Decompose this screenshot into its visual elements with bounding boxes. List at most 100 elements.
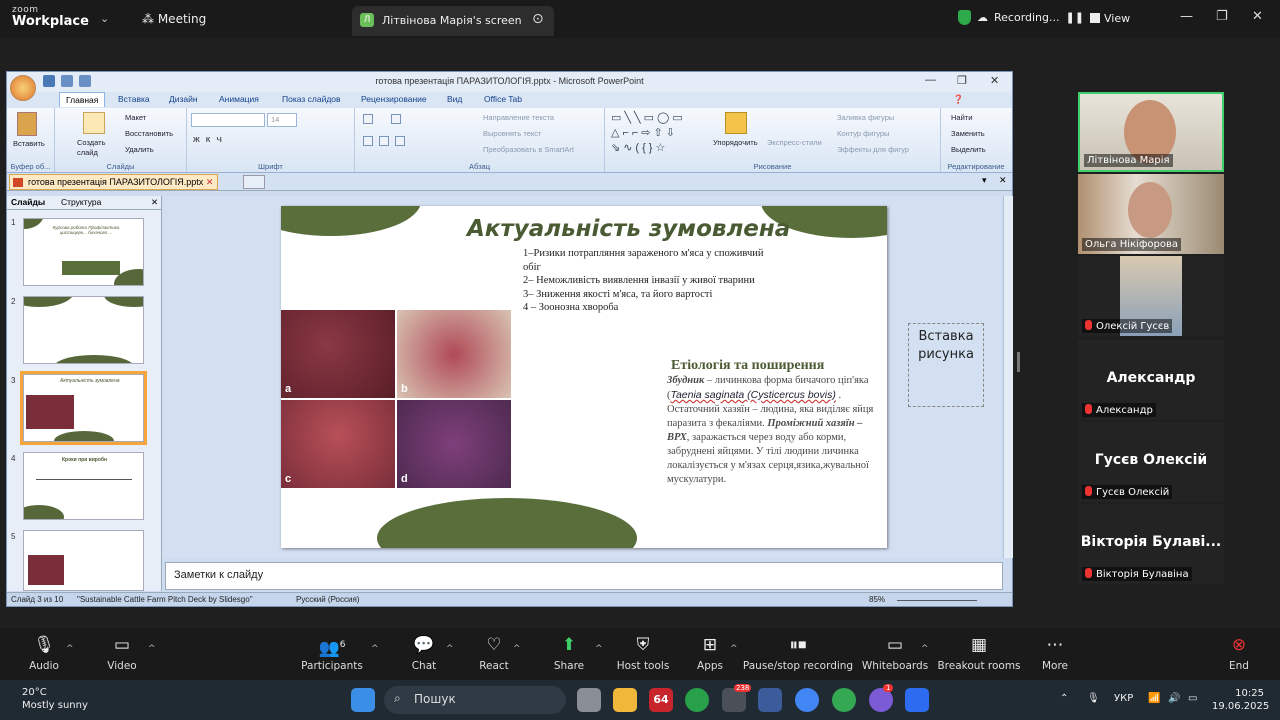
apps-button[interactable]: ⊞ Apps — [697, 634, 723, 672]
meat-photo-a[interactable]: a — [281, 310, 395, 398]
slide-canvas[interactable]: Актуальність зумовлена 1–Ризики потрапля… — [281, 206, 887, 548]
taskbar-search[interactable]: ⌕ Пошук — [384, 686, 566, 714]
help-icon[interactable]: ❓ — [953, 94, 964, 105]
meat-photo-c[interactable]: c — [281, 400, 395, 488]
slide-title[interactable]: Актуальність зумовлена — [467, 216, 790, 242]
battery-icon[interactable]: ▭ — [1188, 693, 1197, 704]
ppt-minimize-icon[interactable]: — — [925, 74, 936, 86]
shapes-gallery-row2[interactable]: △⌐⌐⇨⇧⇩ — [611, 126, 678, 139]
host-tools-button[interactable]: ⛨ Host tools — [617, 634, 670, 672]
document-tab[interactable]: готова презентація ПАРАЗИТОЛОГІЯ.pptx ✕ — [9, 174, 219, 190]
wifi-icon[interactable]: 📶 — [1148, 693, 1160, 704]
meeting-menu[interactable]: ⁂ Meeting — [142, 12, 206, 26]
shape-fill-button[interactable]: Заливка фигуры — [837, 113, 894, 122]
slide-thumbnail-2[interactable] — [23, 296, 144, 364]
participant-tile[interactable]: Вікторія Булаві... Вікторія Булавіна — [1078, 504, 1224, 584]
audio-options-chevron-icon[interactable]: ^ — [66, 644, 74, 654]
layout-button[interactable]: Макет — [125, 113, 146, 122]
participant-tile[interactable]: Літвінова Марія — [1078, 92, 1224, 172]
task-view-icon[interactable] — [577, 688, 601, 712]
slide-subtitle[interactable]: Етіологія та поширення — [671, 358, 824, 374]
tab-design[interactable]: Дизайн — [169, 94, 198, 104]
video-button[interactable]: ▭ Video — [107, 634, 136, 672]
tab-outline[interactable]: Структура — [61, 197, 101, 207]
minimize-icon[interactable]: — — [1180, 9, 1193, 24]
slide-body-text[interactable]: Збудник – личинкова форма бичачого ціп'я… — [667, 374, 887, 487]
apps-chevron-icon[interactable]: ^ — [730, 644, 738, 654]
slide-thumbnail-3[interactable]: Актуальність зумовлена — [20, 371, 147, 445]
tab-insert[interactable]: Вставка — [118, 94, 150, 104]
viber-icon[interactable]: 1 — [869, 684, 894, 712]
end-meeting-button[interactable]: ⊗ End — [1229, 634, 1249, 672]
react-chevron-icon[interactable]: ^ — [513, 644, 521, 654]
office-button-icon[interactable] — [10, 75, 36, 101]
whiteboards-chevron-icon[interactable]: ^ — [921, 644, 929, 654]
chrome-profile-icon[interactable] — [832, 688, 856, 712]
gallery-resize-handle[interactable] — [1017, 352, 1020, 372]
close-icon[interactable]: ✕ — [1252, 9, 1263, 24]
slide-risk-list[interactable]: 1–Ризики потрапляння зараженого м'яса у … — [523, 247, 783, 315]
meat-photo-d[interactable]: d — [397, 400, 511, 488]
new-slide-icon[interactable] — [83, 112, 105, 134]
more-button[interactable]: ⋯ More — [1042, 634, 1068, 672]
participant-tile[interactable]: Гусєв Олексій Гусєв Олексій — [1078, 422, 1224, 502]
taskbar-clock[interactable]: 10:25 19.06.2025 — [1212, 687, 1269, 713]
chrome-icon[interactable] — [795, 688, 819, 712]
tray-overflow-icon[interactable]: ⌃ — [1060, 693, 1068, 704]
shapes-gallery[interactable]: ▭╲╲▭◯▭ — [611, 111, 686, 124]
arrange-icon[interactable] — [725, 112, 747, 134]
screen-share-tab[interactable]: Л Літвінова Марія's screen ⊙ — [352, 6, 554, 36]
participant-tile[interactable]: Олексій Гусєв — [1078, 256, 1224, 336]
shape-outline-button[interactable]: Контур фигуры — [837, 129, 889, 138]
tab-office-tab[interactable]: Office Tab — [484, 94, 522, 104]
numbering-icon[interactable] — [391, 114, 401, 124]
close-doc-icon[interactable]: ✕ — [999, 175, 1007, 186]
tab-animation[interactable]: Анимация — [219, 94, 259, 104]
participants-chevron-icon[interactable]: ^ — [371, 644, 379, 654]
tab-view[interactable]: Вид — [447, 94, 462, 104]
whiteboards-button[interactable]: ▭ Whiteboards — [862, 634, 928, 672]
shape-effects-button[interactable]: Эффекты для фигур — [837, 145, 909, 154]
chat-button[interactable]: 💬 Chat — [412, 634, 437, 672]
zoom-slider[interactable] — [897, 600, 977, 601]
language-indicator[interactable]: УКР — [1114, 693, 1133, 704]
close-pane-icon[interactable]: ✕ — [151, 197, 158, 208]
slide-thumbnail-4[interactable]: Кроки при виробн — [23, 452, 144, 520]
volume-icon[interactable]: 🔊 — [1168, 693, 1180, 704]
delete-button[interactable]: Удалить — [125, 145, 154, 154]
restore-icon[interactable]: ❐ — [1216, 9, 1228, 24]
share-button[interactable]: ⬆ Share — [554, 634, 584, 672]
slide-thumbnail-1[interactable]: Курсова робота Профілактика цистицерк...… — [23, 218, 144, 286]
more-options-icon[interactable]: ⊙ — [532, 11, 544, 27]
breakout-rooms-button[interactable]: ▦ Breakout rooms — [937, 634, 1020, 672]
close-tab-icon[interactable]: ✕ — [206, 177, 214, 187]
quick-styles-button[interactable]: Экспресс-стили — [767, 138, 822, 147]
smartart-button[interactable]: Преобразовать в SmartArt — [483, 145, 574, 154]
text-direction-button[interactable]: Направление текста — [483, 113, 554, 122]
participants-button[interactable]: 👥6 Participants — [301, 634, 363, 672]
react-button[interactable]: ♡ React — [479, 634, 509, 672]
align-center-icon[interactable] — [379, 136, 389, 146]
participant-tile[interactable]: Ольга Нікіфорова — [1078, 174, 1224, 254]
align-right-icon[interactable] — [395, 136, 405, 146]
select-button[interactable]: Выделить — [951, 145, 986, 154]
pause-recording-button[interactable]: ⏸⏹ Pause/stop recording — [743, 634, 853, 672]
tab-list-icon[interactable]: ▾ — [982, 175, 987, 186]
save-app-icon[interactable] — [758, 688, 782, 712]
share-chevron-icon[interactable]: ^ — [595, 644, 603, 654]
video-options-chevron-icon[interactable]: ^ — [148, 644, 156, 654]
tab-home[interactable]: Главная — [59, 92, 106, 107]
tray-mic-icon[interactable]: 🎙 — [1087, 693, 1100, 704]
font-name-input[interactable] — [191, 113, 265, 127]
tab-review[interactable]: Рецензирование — [361, 94, 427, 104]
ppt-close-icon[interactable]: ✕ — [990, 74, 999, 87]
file-explorer-icon[interactable] — [613, 688, 637, 712]
utorrent-icon[interactable] — [685, 688, 709, 712]
participant-tile[interactable]: Александр Александр — [1078, 340, 1224, 420]
font-size-input[interactable]: 14 — [267, 113, 297, 127]
new-tab-button[interactable] — [243, 175, 265, 189]
app-64-icon[interactable]: 64 — [649, 688, 673, 712]
find-button[interactable]: Найти — [951, 113, 972, 122]
tab-slides[interactable]: Слайды — [11, 197, 45, 207]
align-text-button[interactable]: Выровнять текст — [483, 129, 541, 138]
